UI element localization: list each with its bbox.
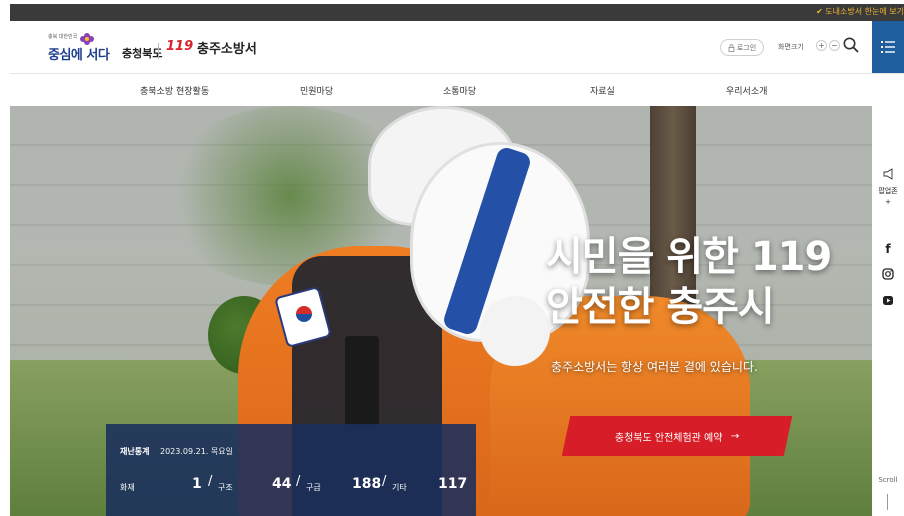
nav-item-archive[interactable]: 자료실 [590,84,615,97]
scroll-indicator-label: Scroll [878,476,898,484]
popup-zone-plus[interactable]: + [872,198,904,206]
stat-value-fire: 1 [192,476,202,492]
all-stations-link[interactable]: ✔ 도내소방서 한눈에 보기 [816,6,904,17]
main-nav: 충북소방 현장활동 민원마당 소통마당 자료실 우리서소개 [10,75,872,106]
menu-button[interactable] [872,21,904,73]
stat-value-rescue: 44 [272,476,292,492]
megaphone-icon[interactable] [872,168,904,180]
youtube-icon[interactable] [872,296,904,306]
hero-photo-flag-emblem [296,306,312,322]
search-icon[interactable] [842,36,860,54]
hero-title: 시민을 위한 119 안전한 충주시 [546,232,832,332]
top-utility-bar: ✔ 도내소방서 한눈에 보기 [10,4,904,21]
stat-label-fire: 화재 [120,483,135,492]
nav-item-field-activity[interactable]: 충북소방 현장활동 [140,84,209,97]
hero-title-line2: 안전한 충주시 [546,284,775,330]
station-name[interactable]: 충주소방서 [197,38,257,57]
safety-center-reserve-button[interactable]: 충청북도 안전체험관 예약 → [561,416,793,456]
logo-119-icon[interactable]: 119 [166,39,193,54]
slogan-main: 중심에 서다 [48,48,110,63]
login-button[interactable]: 로그인 [720,39,764,56]
stat-separator: / [208,474,213,489]
hero-photo-radio [345,336,379,426]
disaster-stats-panel: 재난통계 2023.09.21. 목요일 화재 1 / 구조 44 / 구급 1… [106,424,476,516]
arrow-right-icon: → [730,430,739,442]
stat-label-other: 기타 [392,483,407,492]
zoom-out-button[interactable]: − [829,40,840,51]
stats-title: 재난통계 [120,447,150,456]
stat-value-other: 117 [438,476,468,492]
stats-row: 화재 1 / 구조 44 / 구급 188 / 기타 117 [120,474,470,496]
login-label: 로그인 [736,43,757,52]
zoom-in-button[interactable]: + [816,40,827,51]
instagram-icon[interactable] [872,268,904,280]
facebook-icon[interactable]: f [872,242,904,256]
nav-item-communication[interactable]: 소통마당 [443,84,476,97]
zoom-label: 화면크기 [778,43,804,51]
hero-banner: 시민을 위한 119 안전한 충주시 충주소방서는 항상 여러분 곁에 있습니다… [10,106,872,516]
stats-date: 2023.09.21. 목요일 [160,447,233,456]
hamburger-icon [881,41,895,53]
hero-photo-mask [480,296,550,366]
site-header: 충북 대한민국 중심에 서다 충청북도 119 충주소방서 로그인 화면크기 +… [10,21,904,74]
reserve-label: 충청북도 안전체험관 예약 [615,432,723,444]
nav-item-about[interactable]: 우리서소개 [726,84,767,97]
side-rail: 팝업존 + f Scroll [872,106,904,516]
slogan-small: 충북 대한민국 [48,34,78,40]
hero-subtitle: 충주소방서는 항상 여러분 곁에 있습니다. [551,360,758,374]
popup-zone-label[interactable]: 팝업존 [872,186,904,196]
stat-value-ems: 188 [352,476,382,492]
stat-separator: / [382,474,387,489]
logo-divider [158,43,159,59]
stat-separator: / [296,474,301,489]
scroll-indicator-line [887,494,888,510]
province-name: 충청북도 [122,47,163,60]
nav-item-civil[interactable]: 민원마당 [300,84,333,97]
lock-icon [728,43,735,52]
stat-label-ems: 구급 [306,483,321,492]
stat-label-rescue: 구조 [218,483,233,492]
hero-title-line1: 시민을 위한 119 [546,234,832,280]
